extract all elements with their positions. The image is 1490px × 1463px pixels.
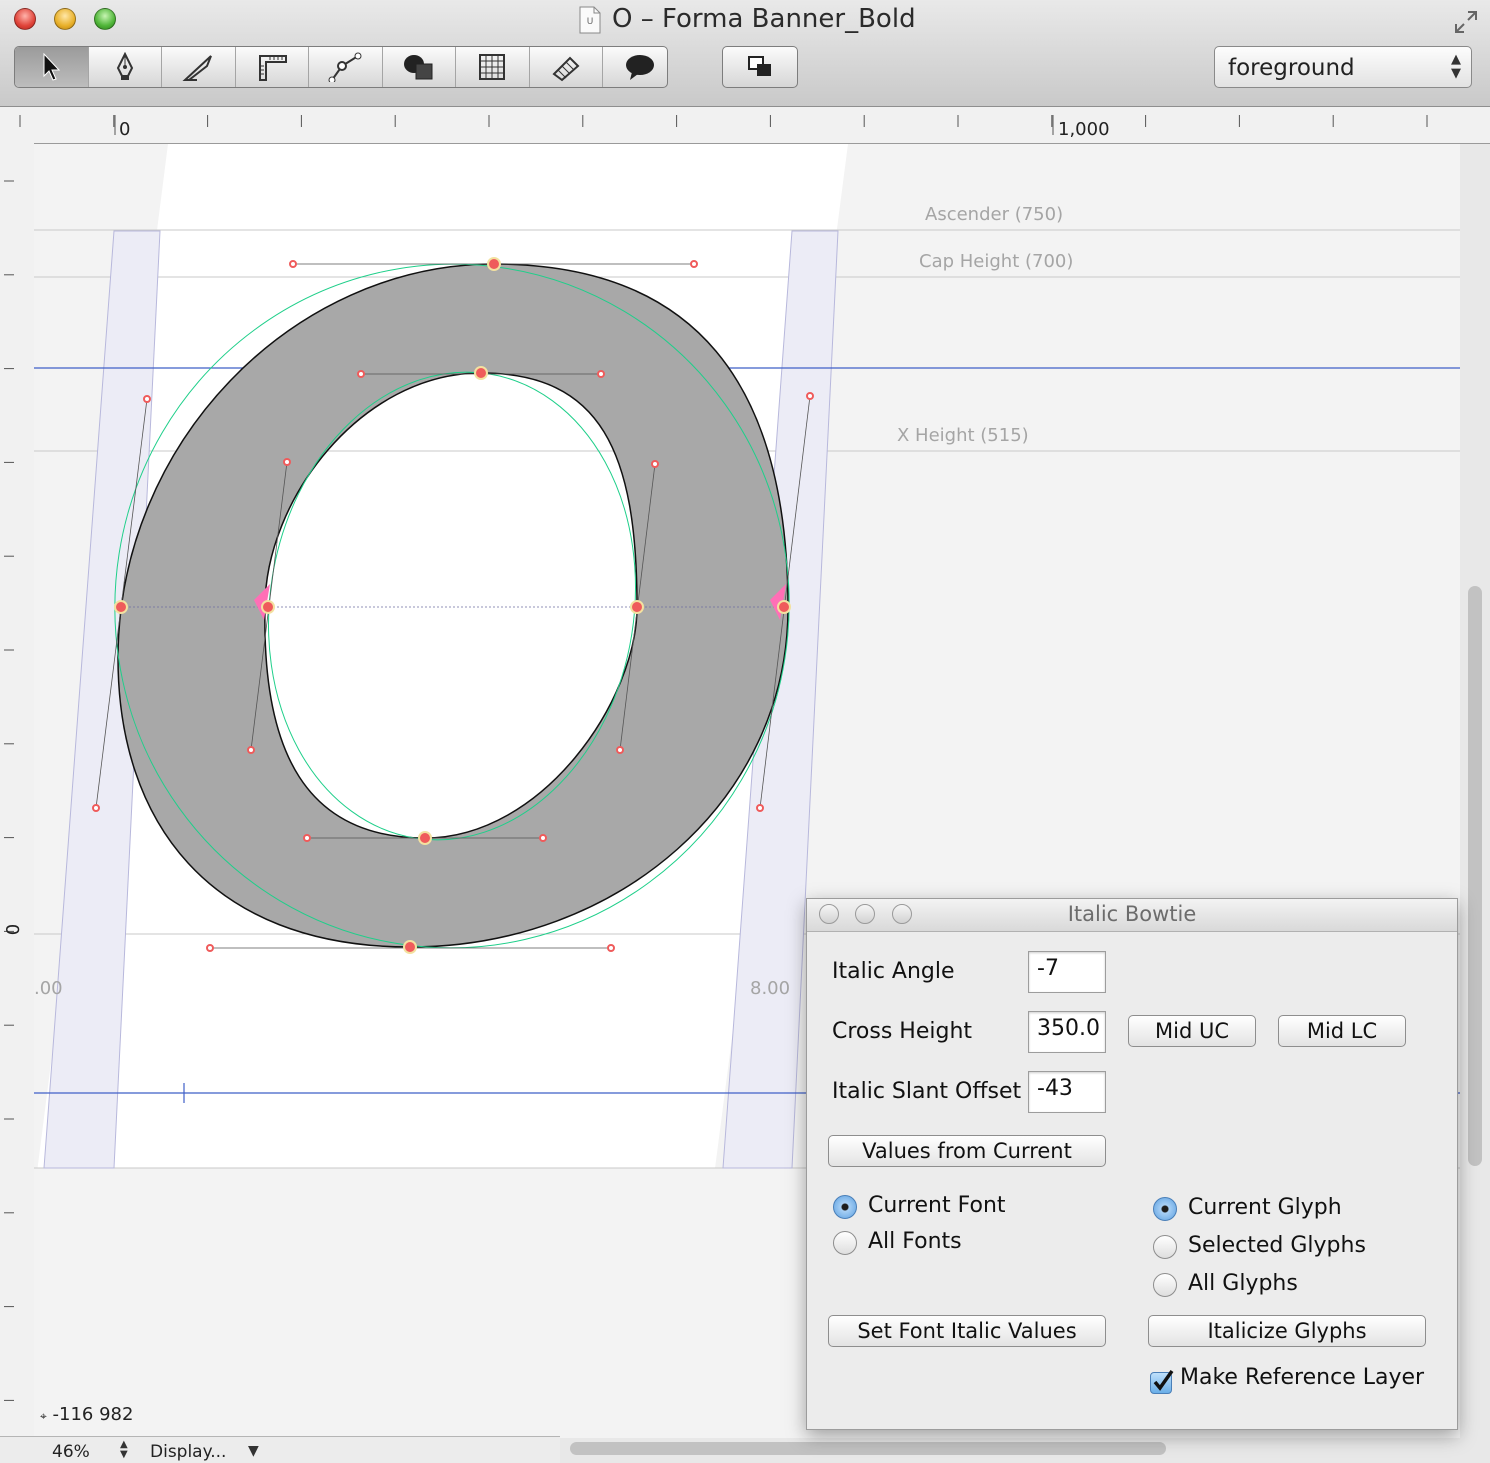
values-from-current-button[interactable]: Values from Current	[828, 1135, 1106, 1167]
coordinates-value: -116 982	[52, 1404, 134, 1425]
panel-title: Italic Bowtie	[1067, 902, 1197, 926]
zoom-stepper-icon[interactable]: ▲ ▼	[120, 1440, 128, 1460]
select-tool-button[interactable]	[15, 47, 89, 87]
x-height-label: X Height (515)	[897, 425, 1029, 446]
bezier-point-icon	[328, 52, 362, 82]
zoom-level[interactable]: 46%	[52, 1442, 90, 1462]
ruler-icon	[258, 55, 287, 81]
bender-tool-button[interactable]	[309, 47, 383, 87]
ruler-label-1000: 1,000	[1058, 119, 1110, 140]
italicize-glyphs-button[interactable]: Italicize Glyphs	[1148, 1315, 1426, 1347]
window-title: O – Forma Banner_Bold	[612, 4, 916, 34]
dropdown-arrow-icon[interactable]: ▼	[248, 1443, 259, 1459]
all-glyphs-label: All Glyphs	[1188, 1271, 1298, 1296]
horizontal-ruler: 0 1,000	[0, 107, 1490, 144]
ufo-document-icon: U	[579, 6, 601, 34]
ruler-label-zero: 0	[119, 119, 131, 140]
horizontal-ruler-ticks	[19, 115, 1428, 135]
italic-slant-offset-label: Italic Slant Offset	[832, 1079, 1022, 1104]
fullscreen-icon[interactable]	[1452, 8, 1480, 36]
layers-icon	[748, 56, 771, 76]
vertical-scrollbar-thumb[interactable]	[1468, 586, 1482, 1166]
zoom-window-button[interactable]	[94, 8, 116, 30]
measure-tool-button[interactable]	[236, 47, 309, 87]
ruler-label-v-zero: 0	[3, 923, 25, 936]
pen-nib-icon	[116, 52, 133, 80]
all-glyphs-radio[interactable]	[1153, 1273, 1177, 1297]
glyph-outline	[117, 263, 789, 948]
tool-segmented-control	[14, 46, 668, 88]
minimize-window-button[interactable]	[54, 8, 76, 30]
right-margin-label: 8.00	[750, 978, 791, 999]
mid-lc-button[interactable]: Mid LC	[1278, 1015, 1406, 1047]
current-glyph-radio[interactable]	[1153, 1197, 1177, 1221]
left-margin-label: .00	[34, 978, 63, 999]
comment-tool-button[interactable]	[603, 47, 667, 87]
shapes-icon	[403, 55, 433, 80]
shapes-tool-button[interactable]	[383, 47, 456, 87]
eraser-icon	[552, 56, 580, 82]
set-font-italic-values-button[interactable]: Set Font Italic Values	[828, 1315, 1106, 1347]
mid-uc-button[interactable]: Mid UC	[1128, 1015, 1256, 1047]
selected-glyphs-label: Selected Glyphs	[1188, 1233, 1366, 1258]
ascender-label: Ascender (750)	[925, 204, 1064, 225]
knife-icon	[182, 55, 213, 81]
italic-angle-field[interactable]: -7	[1028, 951, 1106, 993]
selected-glyphs-radio[interactable]	[1153, 1235, 1177, 1259]
all-fonts-radio[interactable]	[833, 1231, 857, 1255]
panel-titlebar[interactable]: Italic Bowtie	[807, 899, 1457, 932]
current-font-radio[interactable]	[833, 1195, 857, 1219]
arrow-cursor-icon	[43, 52, 61, 81]
vertical-ruler-ticks	[4, 180, 14, 1401]
make-reference-layer-checkbox[interactable]	[1150, 1369, 1174, 1394]
current-font-label: Current Font	[868, 1193, 1006, 1218]
grid-tool-button[interactable]	[456, 47, 530, 87]
status-bar: 46% ▲ ▼ Display... ▼	[0, 1436, 560, 1463]
layer-select-value: foreground	[1228, 55, 1355, 81]
layer-swap-button[interactable]	[722, 46, 798, 88]
cap-height-label: Cap Height (700)	[919, 251, 1074, 272]
window-toolbar: U O – Forma Banner_Bold foreground ▲ ▼	[0, 0, 1490, 107]
all-fonts-label: All Fonts	[868, 1229, 962, 1254]
knife-tool-button[interactable]	[162, 47, 236, 87]
horizontal-scrollbar-thumb[interactable]	[570, 1442, 1166, 1455]
italic-angle-label: Italic Angle	[832, 959, 955, 984]
layer-select[interactable]: foreground ▲ ▼	[1214, 46, 1472, 88]
grid-icon	[479, 54, 506, 80]
up-down-chevron-icon: ▲ ▼	[1451, 52, 1461, 81]
crosshair-icon: ⌖	[40, 1409, 47, 1423]
vertical-ruler: 0	[0, 143, 35, 1438]
cross-height-label: Cross Height	[832, 1019, 973, 1044]
display-menu[interactable]: Display...	[150, 1442, 226, 1462]
svg-text:U: U	[587, 17, 594, 27]
cross-height-field[interactable]: 350.0	[1028, 1011, 1106, 1053]
close-window-button[interactable]	[14, 8, 36, 30]
cursor-coordinates: ⌖ -116 982	[40, 1404, 133, 1425]
checkmark-icon	[1153, 1369, 1174, 1391]
pen-tool-button[interactable]	[89, 47, 162, 87]
current-glyph-label: Current Glyph	[1188, 1195, 1342, 1220]
eraser-tool-button[interactable]	[530, 47, 603, 87]
italic-slant-offset-field[interactable]: -43	[1028, 1071, 1106, 1113]
speech-bubble-icon	[625, 55, 654, 80]
make-reference-layer-label: Make Reference Layer	[1180, 1365, 1425, 1390]
italic-bowtie-panel: Italic Bowtie Italic Angle -7 Cross Heig…	[806, 898, 1458, 1430]
